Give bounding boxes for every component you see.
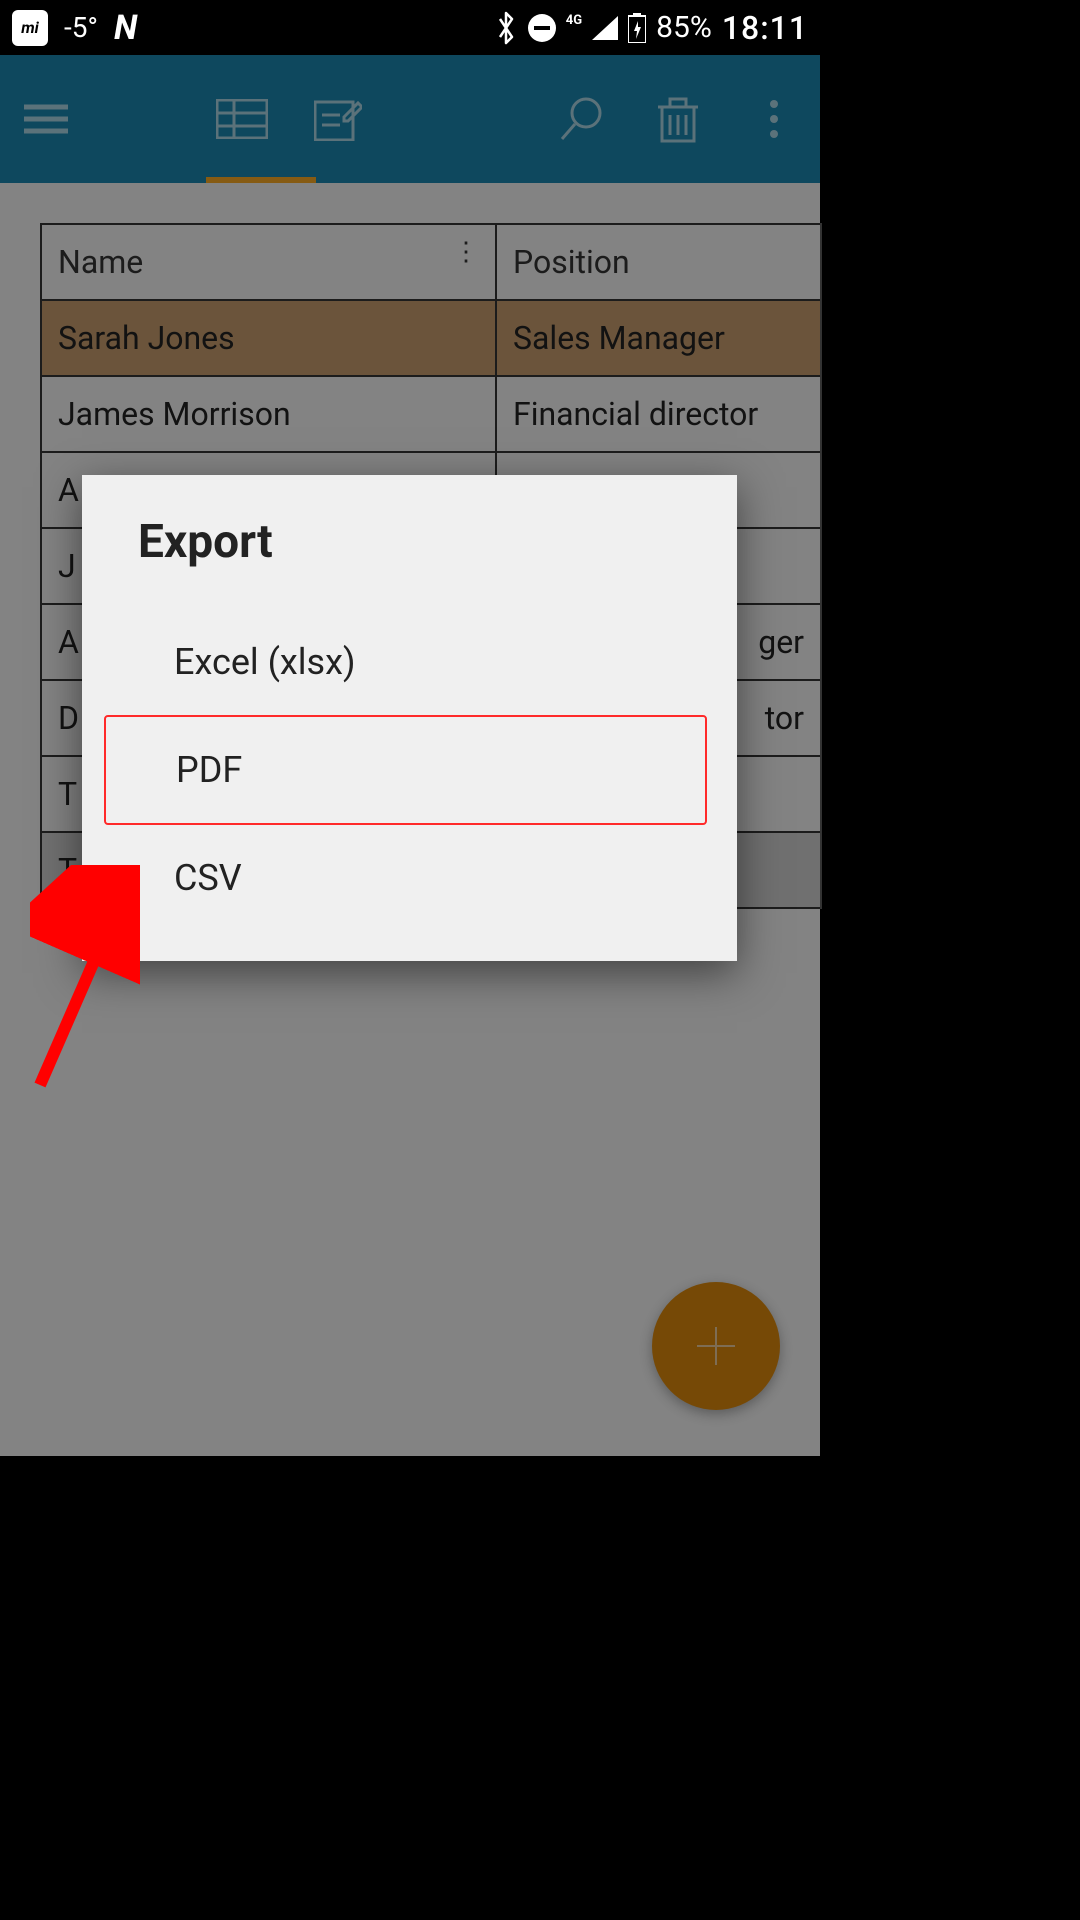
export-option-pdf[interactable]: PDF [104,715,707,825]
search-button[interactable] [554,91,610,147]
table-header-row[interactable]: Name ⋮ Position [41,224,821,300]
tab-table-view[interactable] [214,91,270,147]
export-option-csv[interactable]: CSV [82,825,737,931]
menu-button[interactable] [18,91,74,147]
column-header-position[interactable]: Position [496,224,821,300]
table-row[interactable]: James Morrison Financial director [41,376,821,452]
app-bar [0,55,820,183]
android-n-icon: N [114,8,137,48]
dialog-title: Export [82,475,737,609]
table-row[interactable]: Sarah Jones Sales Manager [41,300,821,376]
column-menu-icon[interactable]: ⋮ [453,243,479,261]
overflow-menu-button[interactable] [746,91,802,147]
export-option-excel[interactable]: Excel (xlsx) [82,609,737,715]
active-tab-indicator [206,177,316,183]
mi-app-icon: mi [12,10,48,46]
plus-icon [691,1321,741,1371]
cell-position[interactable]: Financial director [496,376,821,452]
battery-charging-icon [628,13,646,43]
clock: 18:11 [722,9,808,47]
column-header-name[interactable]: Name ⋮ [41,224,496,300]
delete-button[interactable] [650,91,706,147]
add-fab-button[interactable] [652,1282,780,1410]
cell-position[interactable]: Sales Manager [496,300,821,376]
tab-edit-view[interactable] [310,91,366,147]
signal-icon [592,16,618,40]
battery-percent: 85% [656,10,712,45]
export-dialog: Export Excel (xlsx) PDF CSV [82,475,737,961]
cell-name[interactable]: James Morrison [41,376,496,452]
network-type-label: 4G [566,15,582,27]
do-not-disturb-icon [528,14,556,42]
cell-name[interactable]: Sarah Jones [41,300,496,376]
status-bar: mi -5° N 4G 85% 18:11 [0,0,820,55]
bluetooth-icon [494,11,518,45]
column-header-name-label: Name [58,243,143,281]
temperature-indicator: -5° [64,11,98,44]
